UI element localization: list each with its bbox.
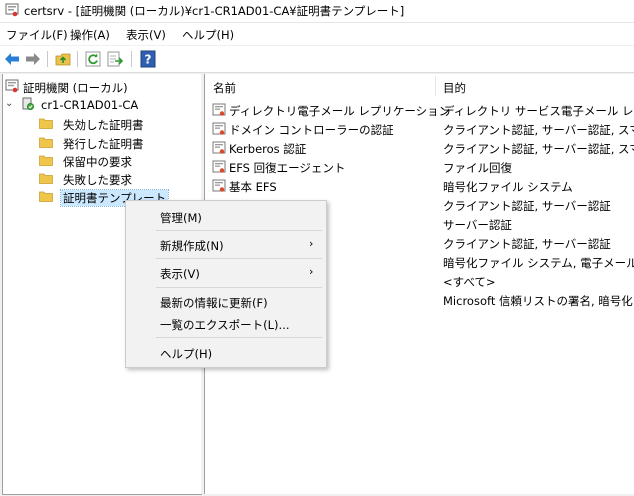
tree-ca-label: cr1-CR1AD01-CA <box>41 98 139 112</box>
submenu-arrow-icon: › <box>309 237 314 250</box>
forward-arrow-icon[interactable] <box>24 50 42 68</box>
cell-template-purpose: クライアント認証, サーバー認証, スマート カード ログオン <box>443 142 634 156</box>
window-title: certsrv - [証明機関 (ローカル)¥cr1-CR1AD01-CA¥証明… <box>24 4 405 18</box>
toolbar: ? <box>0 46 634 73</box>
up-folder-icon[interactable] <box>54 50 72 68</box>
title-bar: certsrv - [証明機関 (ローカル)¥cr1-CR1AD01-CA¥証明… <box>0 0 634 23</box>
back-arrow-icon[interactable] <box>3 50 21 68</box>
certificate-authority-icon <box>5 79 19 93</box>
column-divider[interactable] <box>435 76 436 96</box>
table-row[interactable]: 基本 EFS 暗号化ファイル システム <box>205 177 634 196</box>
export-icon[interactable] <box>106 50 124 68</box>
ctx-item-label: ヘルプ(H) <box>160 347 213 361</box>
menu-bar: ファイル(F) 操作(A) 表示(V) ヘルプ(H) <box>0 23 634 45</box>
ctx-item-label: 表示(V) <box>160 267 200 281</box>
ctx-item-manage[interactable]: 管理(M) <box>126 205 326 227</box>
toolbar-separator <box>131 51 132 67</box>
certificate-template-icon <box>212 160 226 173</box>
table-row[interactable]: EFS 回復エージェント ファイル回復 <box>205 158 634 177</box>
cell-template-name: ドメイン コントローラーの認証 <box>229 123 394 137</box>
ctx-item-label: 最新の情報に更新(F) <box>160 296 268 310</box>
ctx-item-label: 一覧のエクスポート(L)... <box>160 318 290 332</box>
tree-item-label: 失効した証明書 <box>63 118 144 132</box>
table-row[interactable]: Kerberos 認証 クライアント認証, サーバー認証, スマート カード ログ… <box>205 139 634 158</box>
cell-template-purpose: <すべて> <box>443 275 496 289</box>
menu-separator <box>156 287 322 288</box>
folder-icon <box>39 173 53 184</box>
folder-icon <box>39 118 53 129</box>
ctx-item-export-list[interactable]: 一覧のエクスポート(L)... <box>126 312 326 334</box>
tree-item-label: 発行した証明書 <box>63 137 144 151</box>
certsrv-app-icon <box>5 3 19 17</box>
table-row[interactable]: ディレクトリ電子メール レプリケーションディレクトリ サービス電子メール レプリ… <box>205 101 634 120</box>
folder-open-icon <box>39 191 53 202</box>
column-header-name[interactable]: 名前 <box>213 80 236 96</box>
ctx-item-label: 新規作成(N) <box>160 239 224 253</box>
cell-template-purpose: ファイル回復 <box>443 161 512 175</box>
certificate-template-icon <box>212 179 226 192</box>
help-glyph: ? <box>145 53 152 67</box>
cell-template-purpose: クライアント認証, サーバー認証 <box>443 199 611 213</box>
certificate-template-icon <box>212 122 226 135</box>
column-header-purpose[interactable]: 目的 <box>443 80 466 96</box>
certificate-template-icon <box>212 141 226 154</box>
tree-item-label: 失敗した要求 <box>63 173 132 187</box>
folder-icon <box>39 137 53 148</box>
ctx-item-view[interactable]: 表示(V) › <box>126 261 326 283</box>
cell-template-name: 基本 EFS <box>229 180 277 194</box>
ctx-item-refresh[interactable]: 最新の情報に更新(F) <box>126 290 326 312</box>
menu-separator <box>156 258 322 259</box>
table-row[interactable]: ドメイン コントローラーの認証 クライアント認証, サーバー認証, スマート カー… <box>205 120 634 139</box>
cell-template-purpose: Microsoft 信頼リストの署名, 暗号化ファイル システム <box>443 294 634 308</box>
toolbar-separator <box>77 51 78 67</box>
context-menu: 管理(M) 新規作成(N) › 表示(V) › 最新の情報に更新(F) 一覧のエ… <box>125 200 327 368</box>
tree-item-label: 保留中の要求 <box>63 155 132 169</box>
ctx-item-new[interactable]: 新規作成(N) › <box>126 233 326 255</box>
ctx-item-label: 管理(M) <box>160 211 202 225</box>
chevron-down-icon[interactable]: ⌄ <box>5 98 13 109</box>
menu-file[interactable]: ファイル(F) <box>6 27 68 43</box>
cell-template-name: ディレクトリ電子メール レプリケーション <box>229 104 451 118</box>
menu-action[interactable]: 操作(A) <box>70 27 110 43</box>
menu-view[interactable]: 表示(V) <box>126 27 166 43</box>
cell-template-purpose: クライアント認証, サーバー認証, スマート カード ログオン <box>443 123 634 137</box>
submenu-arrow-icon: › <box>309 265 314 278</box>
certificate-template-icon <box>212 103 226 116</box>
tree-root-label: 証明機関 (ローカル) <box>23 81 128 95</box>
ca-server-icon <box>22 97 35 111</box>
toolbar-separator <box>47 51 48 67</box>
cell-template-purpose: サーバー認証 <box>443 218 512 232</box>
menu-separator <box>156 337 322 338</box>
menu-separator <box>156 230 322 231</box>
folder-icon <box>39 155 53 166</box>
menu-help[interactable]: ヘルプ(H) <box>182 27 234 43</box>
cell-template-purpose: 暗号化ファイル システム, 電子メールの保護, クライアント認証 <box>443 256 634 270</box>
refresh-icon[interactable] <box>84 50 102 68</box>
cell-template-purpose: ディレクトリ サービス電子メール レプリケーション <box>443 104 634 118</box>
cell-template-purpose: 暗号化ファイル システム <box>443 180 573 194</box>
ctx-item-help[interactable]: ヘルプ(H) <box>126 341 326 363</box>
cell-template-name: EFS 回復エージェント <box>229 161 346 175</box>
cell-template-purpose: クライアント認証, サーバー認証 <box>443 237 611 251</box>
cell-template-name: Kerberos 認証 <box>229 142 307 156</box>
help-icon[interactable]: ? <box>139 50 157 68</box>
